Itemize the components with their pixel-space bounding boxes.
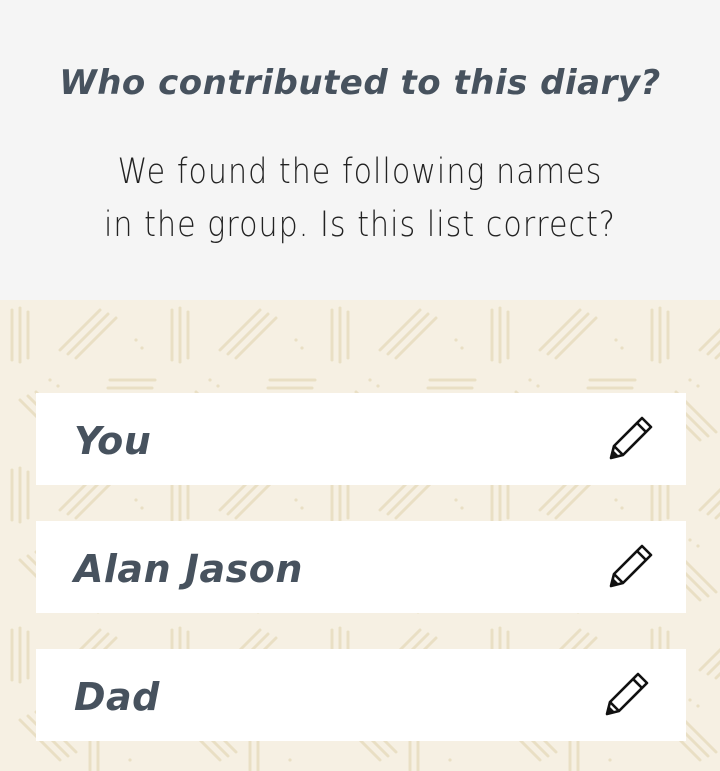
contributor-item: Alan Jason: [36, 521, 686, 613]
contributor-item: Dad: [36, 649, 686, 741]
page-title: Who contributed to this diary?: [59, 63, 661, 103]
decorative-background: You Alan Jason Dad: [0, 300, 720, 771]
contributor-name: Alan Jason: [74, 547, 303, 591]
pencil-icon: [605, 672, 649, 716]
contributor-item: You: [36, 393, 686, 485]
pencil-icon: [609, 416, 653, 460]
page-subtitle: We found the following names in the grou…: [104, 152, 616, 245]
edit-contributor-button[interactable]: [598, 669, 652, 723]
header: Who contributed to this diary? We found …: [0, 0, 720, 300]
pencil-icon: [609, 544, 653, 588]
contributor-name: You: [74, 419, 152, 463]
contributor-name: Dad: [74, 675, 160, 719]
edit-contributor-button[interactable]: [602, 413, 656, 467]
edit-contributor-button[interactable]: [602, 541, 656, 595]
